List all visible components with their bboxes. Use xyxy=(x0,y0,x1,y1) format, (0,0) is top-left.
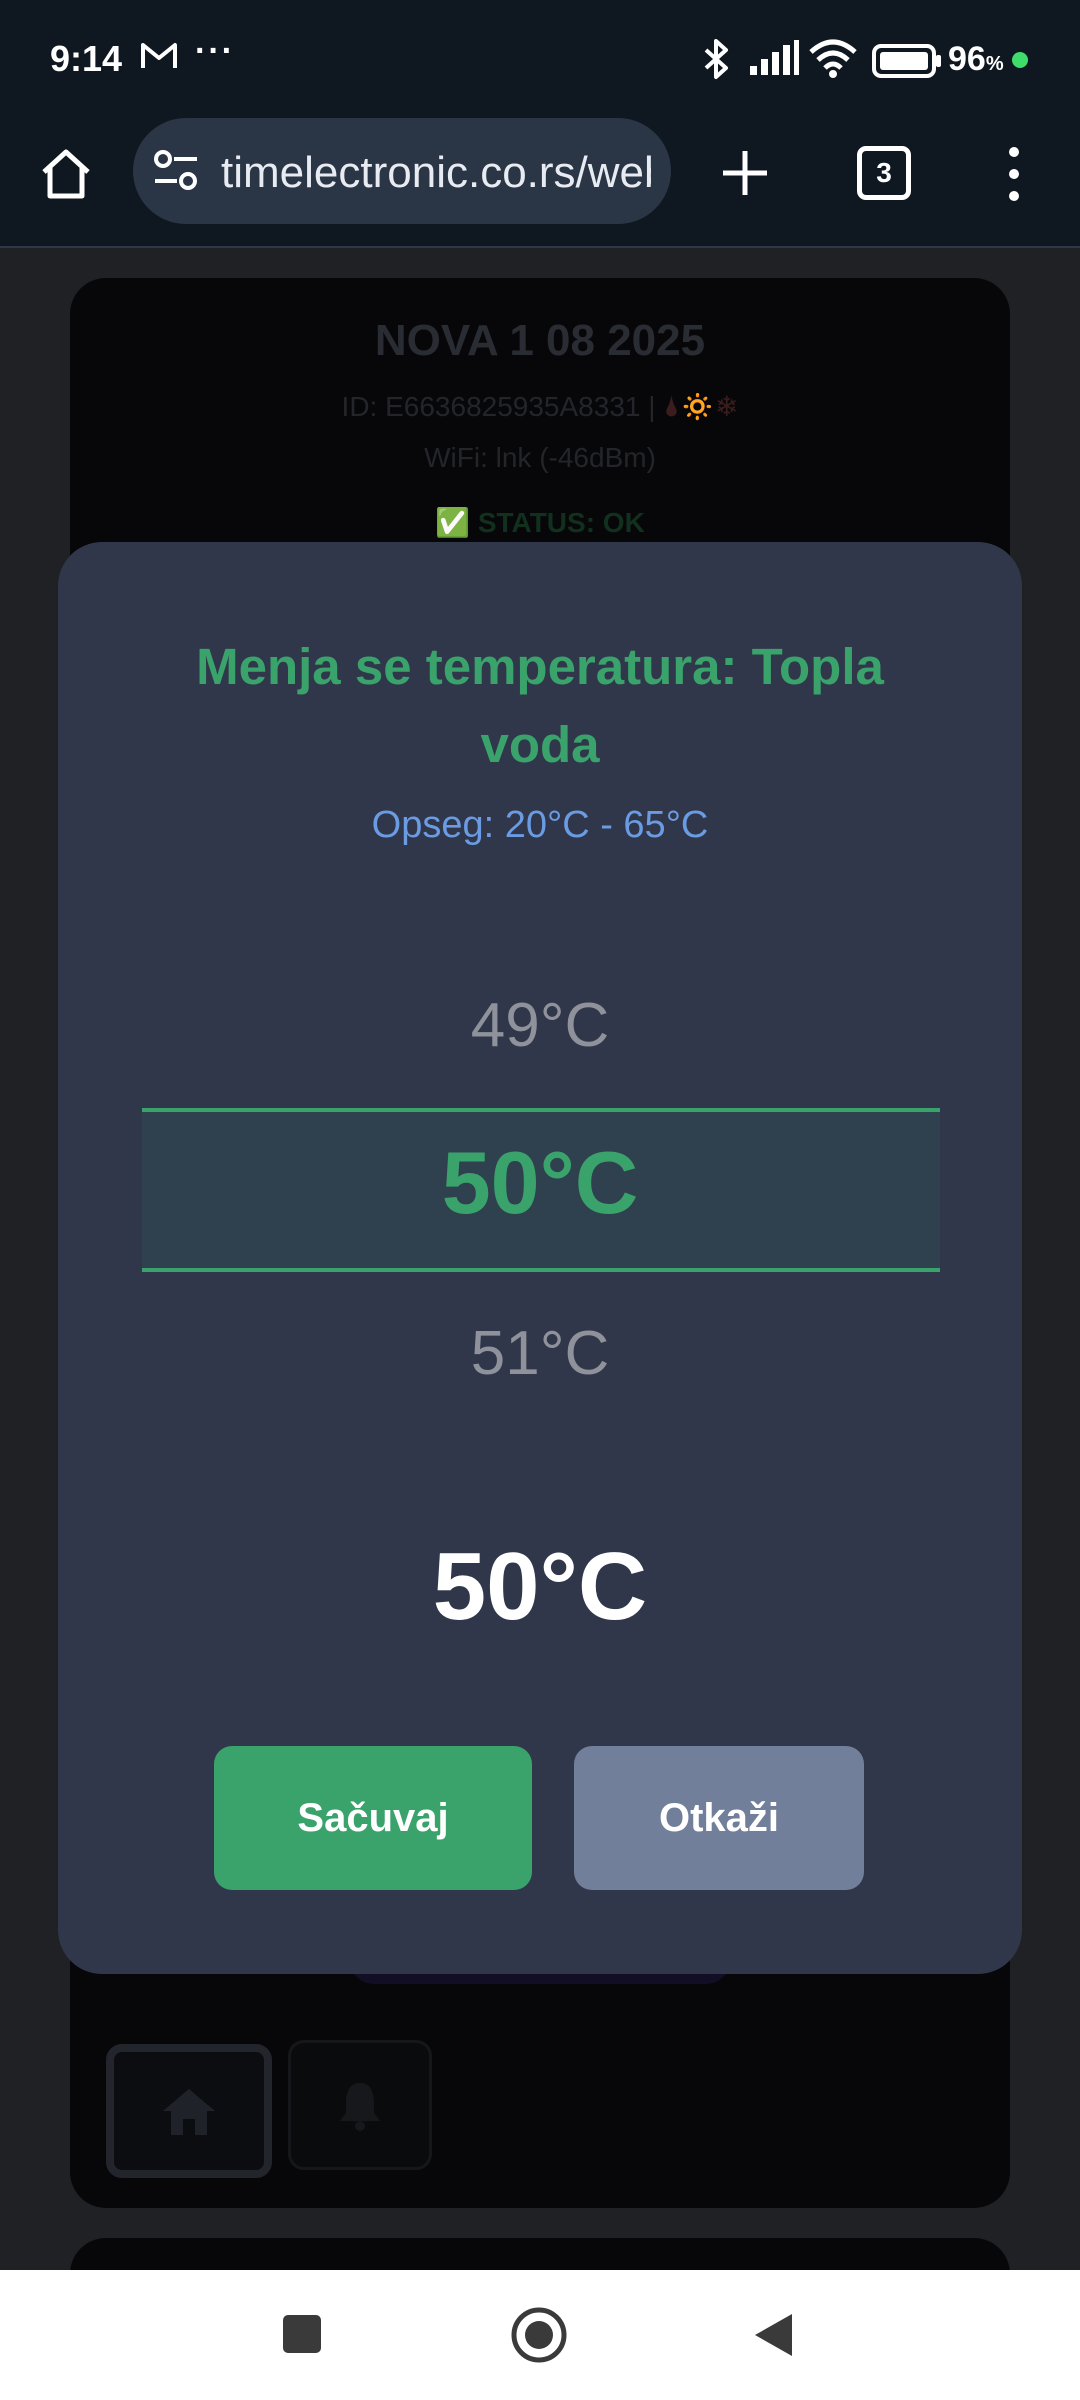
tab-switcher-icon[interactable]: 3 xyxy=(857,146,911,200)
recents-square-icon[interactable] xyxy=(282,2314,322,2354)
url-text[interactable]: timelectronic.co.rs/web xyxy=(221,148,651,198)
home-icon[interactable] xyxy=(36,144,96,204)
battery-icon xyxy=(872,44,941,78)
more-notifications-icon: ··· xyxy=(195,32,235,70)
modal-title: Menja se temperatura: Topla voda xyxy=(196,638,884,773)
address-bar[interactable]: timelectronic.co.rs/web xyxy=(133,118,671,224)
cancel-button[interactable]: Otkaži xyxy=(574,1746,864,1890)
bell-icon xyxy=(340,2083,380,2131)
picker-option-next[interactable]: 51°C xyxy=(58,1318,1022,1389)
bluetooth-icon xyxy=(704,39,728,79)
privacy-dot-icon xyxy=(1012,52,1028,68)
overflow-menu-icon[interactable] xyxy=(1000,144,1028,204)
selected-temperature: 50°C xyxy=(432,1533,648,1640)
device-id: ID: E6636825935A8331 | 🌢🔅❄ xyxy=(341,391,739,422)
status-time: 9:14 xyxy=(50,38,123,79)
home-icon xyxy=(163,2089,215,2135)
picker-option-current[interactable]: 50°C xyxy=(58,1132,1022,1234)
gmail-icon xyxy=(141,43,177,68)
device-title: NOVA 1 08 2025 xyxy=(374,316,706,365)
nav-notifications-button[interactable] xyxy=(288,2040,432,2170)
system-navigation-bar xyxy=(0,2270,1080,2400)
picker-option-previous[interactable]: 49°C xyxy=(58,990,1022,1061)
device-status: ✅ STATUS: OK xyxy=(435,507,645,538)
save-button[interactable]: Sačuvaj xyxy=(214,1746,532,1890)
status-bar: 9:14 ··· 96% xyxy=(0,0,1080,118)
home-circle-icon[interactable] xyxy=(510,2306,568,2364)
nav-home-button[interactable] xyxy=(106,2044,272,2178)
wifi-icon xyxy=(809,39,857,78)
temperature-modal: Menja se temperatura: Topla voda Opseg: … xyxy=(58,542,1022,1974)
signal-icon xyxy=(750,40,799,75)
device-wifi: WiFi: lnk (-46dBm) xyxy=(424,442,656,473)
new-tab-plus-icon[interactable] xyxy=(720,148,770,198)
temperature-range: Opseg: 20°C - 65°C xyxy=(371,804,709,846)
back-triangle-icon[interactable] xyxy=(752,2312,794,2358)
site-settings-icon[interactable] xyxy=(153,148,199,194)
browser-toolbar: timelectronic.co.rs/web 3 xyxy=(0,118,1080,248)
battery-percent: 96% xyxy=(948,40,1004,78)
